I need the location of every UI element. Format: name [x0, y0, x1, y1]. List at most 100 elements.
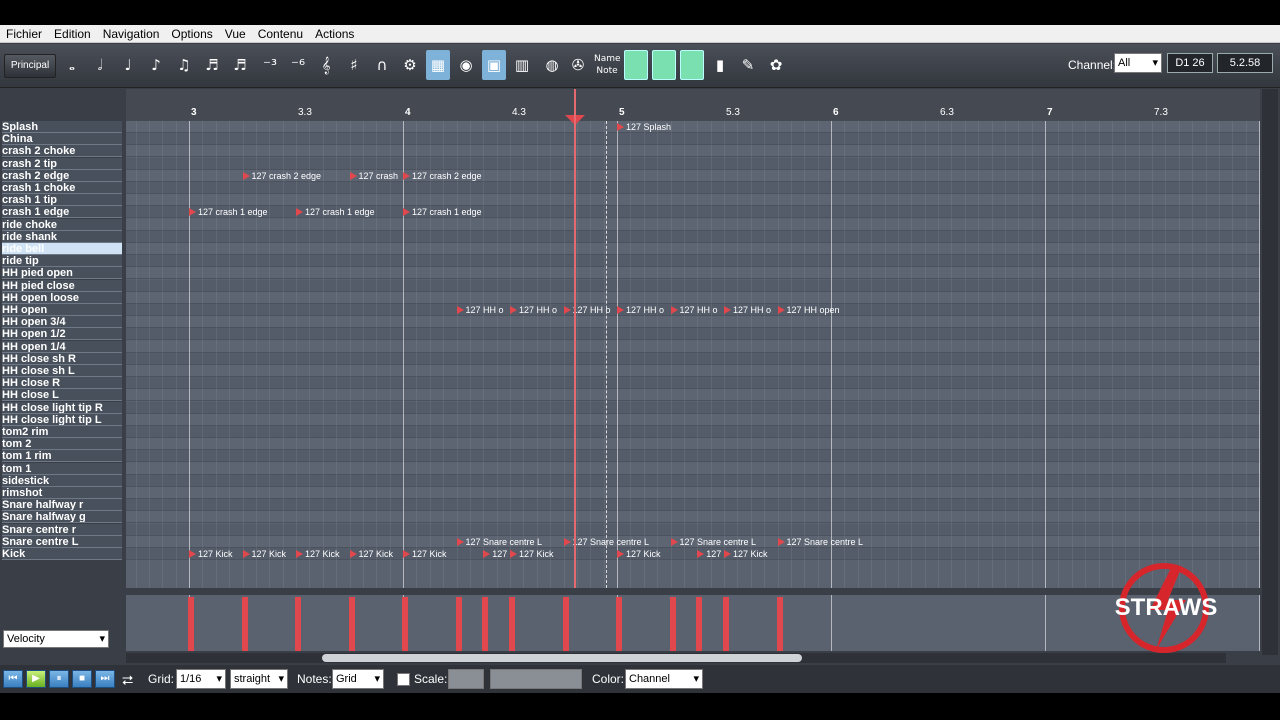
drum-piece-name[interactable]: HH open 1/4	[2, 340, 122, 353]
velocity-bar[interactable]	[616, 597, 622, 651]
horizontal-scrollbar[interactable]	[126, 653, 1226, 663]
drum-piece-name[interactable]: crash 2 edge	[2, 169, 122, 182]
pause-button[interactable]: ⏸	[49, 670, 69, 688]
drum-note[interactable]: 127 crash 1 edge	[296, 207, 375, 218]
velocity-bar[interactable]	[696, 597, 703, 651]
drum-piece-name[interactable]: HH close sh L	[2, 365, 122, 377]
pattern-view-icon[interactable]: ▣	[482, 50, 506, 80]
color-bars-icon[interactable]: ▮	[708, 50, 732, 80]
velocity-bar[interactable]	[188, 597, 194, 651]
velocity-bar[interactable]	[509, 597, 515, 651]
drum-piece-name[interactable]: HH open 3/4	[2, 316, 122, 329]
drum-piece-name[interactable]: HH close R	[2, 377, 122, 390]
drum-piece-name[interactable]: crash 1 choke	[2, 182, 122, 194]
accidental-icon[interactable]: ♯	[342, 50, 366, 80]
color-mode-1-button[interactable]	[624, 50, 648, 80]
drum-piece-name[interactable]: Snare halfway g	[2, 511, 122, 524]
stop-button[interactable]: ■	[72, 670, 92, 688]
drum-note[interactable]: 127 HH o	[724, 305, 771, 316]
velocity-bar[interactable]	[562, 597, 569, 651]
quarter-note-icon[interactable]: ♩	[116, 50, 140, 80]
scale-type-select[interactable]	[490, 669, 582, 689]
drum-note[interactable]: 127 Kick	[617, 549, 661, 560]
velocity-bar[interactable]	[455, 597, 462, 651]
drum-note[interactable]: 127 Kick	[296, 549, 340, 560]
drum-piece-name[interactable]: crash 2 tip	[2, 157, 122, 170]
drum-roll[interactable]: 3 3.3 4 4.3 5 5.3 6 6.3 7 7.3 127 Splash 127 crash…	[126, 89, 1260, 588]
velocity-bar[interactable]	[402, 597, 408, 651]
drum-piece-name[interactable]: Snare centre L	[2, 535, 122, 548]
timeline-ruler[interactable]: 3 3.3 4 4.3 5 5.3 6 6.3 7 7.3	[126, 89, 1260, 121]
drum-piece-name[interactable]: rimshot	[2, 487, 122, 499]
eighth-note-icon[interactable]: ♪	[144, 50, 168, 80]
clef-icon[interactable]: 𝄞	[314, 50, 338, 80]
drum-piece-name[interactable]: crash 2 choke	[2, 145, 122, 158]
whole-note-icon[interactable]: 𝅝	[60, 50, 84, 80]
drum-note[interactable]: 127 crash 1 edge	[403, 207, 482, 218]
forward-button[interactable]: ⏭	[95, 670, 115, 688]
drum-note[interactable]: 127 Snare centre L	[777, 537, 863, 548]
velocity-bar[interactable]	[723, 597, 729, 651]
drum-note[interactable]: 127 HH o	[617, 305, 664, 316]
sixtyfourth-note-icon[interactable]: ♬	[228, 50, 252, 80]
drum-note[interactable]: 127 Kick	[510, 549, 554, 560]
sixteenth-note-icon[interactable]: ♫	[172, 50, 196, 80]
abc-view-icon[interactable]: ◉	[454, 50, 478, 80]
drum-piece-name[interactable]: China	[2, 133, 122, 146]
drum-note[interactable]: 127 Snare centre L	[456, 537, 542, 548]
grid-select[interactable]: 1/16 ▾	[176, 669, 226, 689]
principal-button[interactable]: Principal	[4, 54, 56, 78]
note-grid[interactable]: 127 Splash 127 crash 2 edge 127 crash 127 c…	[126, 121, 1260, 588]
color-settings-icon[interactable]: ✿	[764, 50, 788, 80]
vertical-scrollbar[interactable]	[1262, 89, 1278, 655]
drum-piece-name[interactable]: tom 2	[2, 438, 122, 451]
grid-view-icon[interactable]: ▦	[426, 50, 450, 80]
velocity-bar[interactable]	[669, 597, 676, 651]
half-note-icon[interactable]: 𝅗𝅥	[88, 50, 112, 80]
sextuplet-icon[interactable]: ⁻⁶	[286, 50, 310, 80]
edit-color-icon[interactable]: ✎	[736, 50, 760, 80]
thirtysecond-note-icon[interactable]: ♬	[200, 50, 224, 80]
color-mode-3-button[interactable]	[680, 50, 704, 80]
name-note-button[interactable]: Name Note	[594, 50, 621, 80]
drum-piece-name[interactable]: ride choke	[2, 218, 122, 231]
rewind-button[interactable]: ⏮	[3, 670, 23, 688]
drum-note[interactable]: 127 Kick	[724, 549, 768, 560]
drum-icon[interactable]: ◍	[540, 50, 564, 80]
drum-piece-name[interactable]: crash 1 tip	[2, 194, 122, 207]
drum-note[interactable]: 127 Kick	[189, 549, 233, 560]
loop-marker[interactable]	[606, 121, 607, 588]
velocity-bar[interactable]	[241, 597, 248, 651]
drum-note[interactable]: 127	[483, 549, 507, 560]
menu-item-6[interactable]: Actions	[309, 27, 360, 41]
drum-piece-name[interactable]: tom 1 rim	[2, 450, 122, 463]
loop-icon[interactable]: ⮂	[122, 672, 133, 689]
channel-select[interactable]: All ▾	[1114, 53, 1162, 73]
drum-kit-icon[interactable]: ⚙	[398, 50, 422, 80]
drum-note[interactable]: 127 Splash	[617, 122, 671, 133]
scale-root-select[interactable]	[448, 669, 484, 689]
piano-icon[interactable]: ▥	[510, 50, 534, 80]
drum-note[interactable]: 127 crash 2 edge	[403, 171, 482, 182]
drum-note[interactable]: 127 crash 1 edge	[189, 207, 268, 218]
drum-note[interactable]: 127 crash 2 edge	[242, 171, 321, 182]
controller-select[interactable]: Velocity ▾	[3, 630, 109, 648]
drum-piece-name[interactable]: HH pied close	[2, 279, 122, 292]
color-select[interactable]: Channel ▾	[625, 669, 703, 689]
drum-note[interactable]: 127 Kick	[403, 549, 447, 560]
drum-note[interactable]: 127 crash	[349, 171, 398, 182]
drum-note[interactable]: 127 Kick	[349, 549, 393, 560]
drum-note[interactable]: 127 HH open	[777, 305, 840, 316]
velocity-bar[interactable]	[295, 597, 301, 651]
drum-piece-name[interactable]: HH open 1/2	[2, 328, 122, 341]
menu-item-1[interactable]: Edition	[48, 27, 97, 41]
playhead[interactable]	[574, 89, 576, 588]
drum-piece-name[interactable]: HH pied open	[2, 267, 122, 280]
drum-piece-name[interactable]: Snare centre r	[2, 523, 122, 536]
drum-note[interactable]: 127 Kick	[242, 549, 286, 560]
drum-piece-name[interactable]: crash 1 edge	[2, 206, 122, 219]
menu-item-3[interactable]: Options	[165, 27, 218, 41]
play-button[interactable]: ▶	[26, 670, 46, 688]
velocity-bar[interactable]	[348, 597, 355, 651]
menu-item-4[interactable]: Vue	[219, 27, 252, 41]
